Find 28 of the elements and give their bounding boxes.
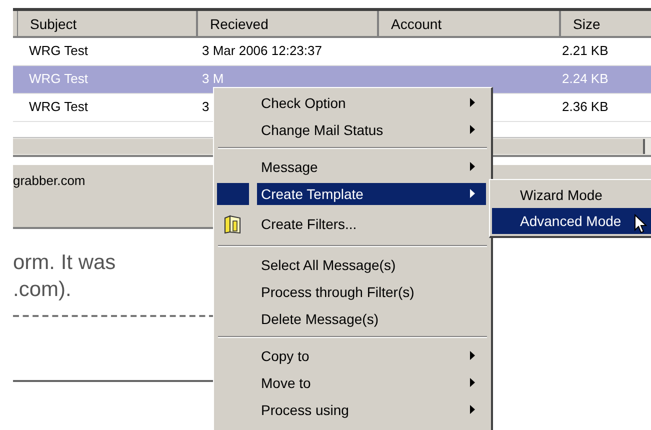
table-cell-text: 2.24 KB: [561, 71, 610, 86]
column-header[interactable]: Size: [561, 11, 651, 36]
menu-item[interactable]: Advanced Mode: [492, 208, 651, 234]
table-cell: 3: [202, 99, 210, 114]
table-cell: WRG Test: [29, 71, 88, 86]
table-cell-text: 2.21 KB: [561, 43, 610, 58]
menu-item[interactable]: Delete Message(s): [217, 305, 489, 332]
mouse-pointer-icon: [634, 214, 647, 234]
preview-text: orm. It was: [13, 250, 117, 276]
menu-item[interactable]: Wizard Mode: [492, 182, 651, 208]
menu-item[interactable]: Message: [217, 153, 489, 180]
menu-item[interactable]: Move to: [217, 369, 489, 396]
column-header[interactable]: Subject: [18, 11, 198, 36]
column-header[interactable]: Recieved: [198, 11, 379, 36]
table-cell: 3 Mar 2006 12:23:37: [202, 43, 322, 58]
preview-text: .com).: [13, 277, 72, 303]
table-cell: WRG Test: [29, 43, 88, 58]
column-header[interactable]: Account: [379, 11, 561, 36]
menu-item[interactable]: Select All Message(s): [217, 251, 489, 278]
sender-address: grabber.com: [13, 173, 86, 188]
table-cell: 3 M: [202, 71, 224, 86]
table-cell-text: 2.36 KB: [561, 99, 610, 114]
table-cell: WRG Test: [29, 99, 88, 114]
menu-item[interactable]: Create Filters...: [217, 207, 489, 241]
menu-item[interactable]: Change Mail Status: [217, 116, 489, 143]
menu-item[interactable]: Copy to: [217, 342, 489, 369]
menu-item[interactable]: Process through Filter(s): [217, 278, 489, 305]
menu-item[interactable]: Process using: [217, 396, 489, 423]
